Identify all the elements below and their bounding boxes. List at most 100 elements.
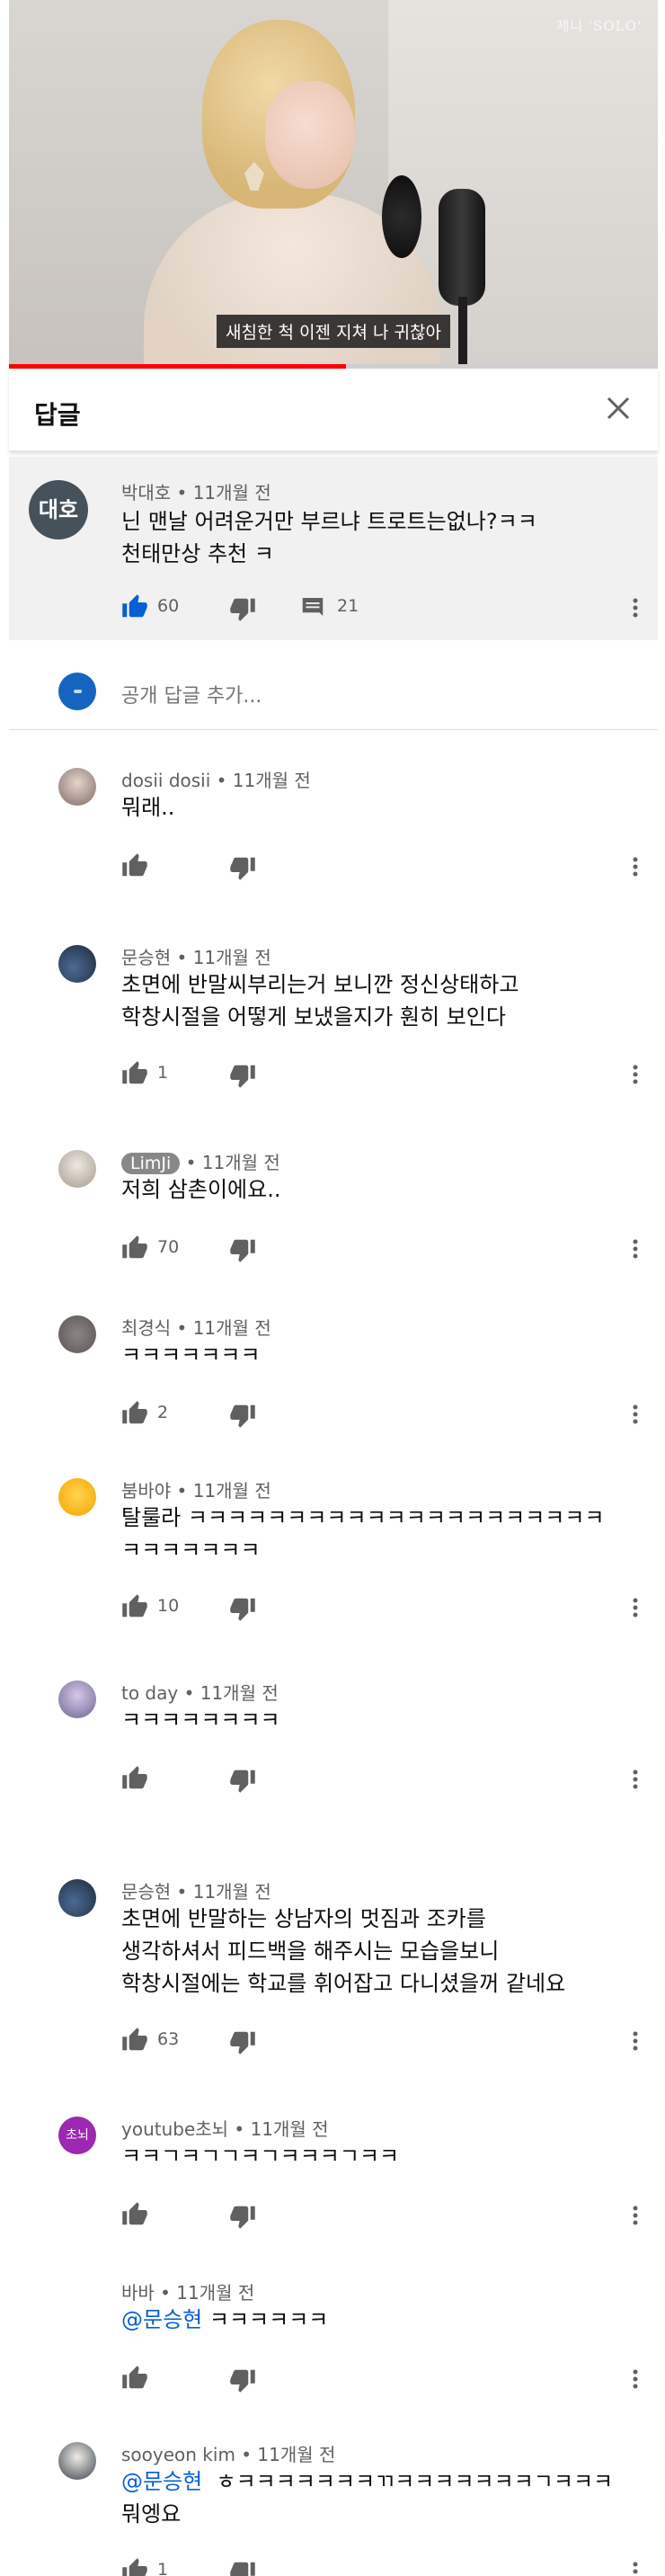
avatar-text: 대호	[38, 497, 79, 522]
more-options-icon[interactable]	[625, 2027, 646, 2055]
video-watermark: 제니 'SOLO'	[556, 18, 642, 34]
reply-comment: to day • 11개월 전 ㅋㅋㅋㅋㅋㅋㅋㅋ	[9, 1666, 658, 1801]
comment-line: 초면에 반말씨부리는거 보니깐 정신상태하고	[121, 972, 519, 997]
avatar[interactable]	[58, 1315, 96, 1353]
dislike-icon[interactable]	[229, 1236, 256, 1263]
more-options-icon[interactable]	[625, 593, 646, 622]
dislike-icon[interactable]	[229, 2203, 256, 2230]
avatar[interactable]	[58, 1478, 96, 1516]
comment-meta: sooyeon kim • 11개월 전	[121, 2444, 336, 2465]
panel-title: 답글	[34, 400, 81, 430]
comment-line: @문승현 ㅎㅋㅋㅋㅋㅋㅋㅋㄲㅋㅋㅋㅋㅋㅋㅋㄱㅋㅋㅋ	[121, 2465, 613, 2498]
avatar[interactable]	[58, 2442, 96, 2480]
comment-line-text: ㅋㅋㅋㅋㅋㅋ	[202, 2307, 329, 2332]
reply-comment: LimJi • 11개월 전저희 삼촌이에요.. 70	[9, 1136, 658, 1270]
microphone	[439, 189, 485, 306]
like-count: 1	[157, 2560, 169, 2576]
comment-meta: dosii dosii • 11개월 전	[121, 770, 311, 791]
video-player[interactable]: 제니 'SOLO' 새침한 척 이젠 지쳐 나 귀찮아	[9, 0, 658, 364]
comment-meta: to day • 11개월 전	[121, 1682, 279, 1704]
author-chip[interactable]: LimJi	[121, 1153, 181, 1174]
reply-count: 21	[337, 596, 359, 616]
like-count: 10	[157, 1596, 180, 1616]
comment-meta: LimJi • 11개월 전	[121, 1148, 280, 1174]
comment-line: ㅋㅋㅋㅋㅋㅋㅋ	[121, 1538, 261, 1563]
like-icon[interactable]	[121, 2027, 148, 2054]
close-icon[interactable]	[600, 390, 636, 426]
reply-comment: dosii dosii • 11개월 전 뭐래..	[9, 753, 658, 888]
avatar[interactable]: 초뇌	[58, 2117, 96, 2154]
reply-comment: 초뇌 youtube초뇌 • 11개월 전 ㅋㅋㄱㅋㄱㄱㅋㄱㅋㅋㅋㄱㅋㅋ	[9, 2102, 658, 2237]
like-icon[interactable]	[121, 1060, 148, 1087]
parent-comment: 대호 박대호 • 11개월 전 닌 맨날 어려운거만 부르냐 트로트는없나?ㅋㅋ…	[9, 457, 658, 646]
dislike-icon[interactable]	[229, 2028, 256, 2055]
comment-time: • 11개월 전	[180, 1152, 280, 1173]
reply-comment: 문승현 • 11개월 전초면에 반말씨부리는거 보니깐 정신상태하고학창시절을 …	[9, 931, 658, 1096]
avatar[interactable]: 대호	[29, 480, 88, 539]
dislike-icon[interactable]	[229, 1062, 256, 1089]
dislike-icon[interactable]	[229, 1767, 256, 1794]
comment-body: ㅋㅋㄱㅋㄱㄱㅋㄱㅋㅋㅋㄱㅋㅋ	[121, 2140, 399, 2172]
reply-count-icon[interactable]	[299, 593, 326, 620]
more-options-icon[interactable]	[625, 1060, 646, 1089]
dislike-icon[interactable]	[229, 854, 256, 881]
more-options-icon[interactable]	[625, 2365, 646, 2393]
avatar[interactable]	[58, 945, 96, 983]
comment-meta: 붐바야 • 11개월 전	[121, 1480, 271, 1502]
reply-comment: sooyeon kim • 11개월 전 @문승현 ㅎㅋㅋㅋㅋㅋㅋㅋㄲㅋㅋㅋㅋㅋㅋ…	[9, 2428, 658, 2576]
more-options-icon[interactable]	[625, 1400, 646, 1429]
comment-actions: 63	[121, 2027, 646, 2055]
like-icon[interactable]	[121, 1235, 148, 1261]
like-icon[interactable]	[121, 852, 148, 879]
comment-body: 초면에 반말씨부리는거 보니깐 정신상태하고학창시절을 어떻게 보냈을지가 훤히…	[121, 968, 519, 1033]
like-icon[interactable]	[121, 2365, 148, 2392]
comment-body: @문승현 ㅋㅋㅋㅋㅋㅋ	[121, 2304, 328, 2336]
comment-line: 닌 맨날 어려운거만 부르냐 트로트는없나?ㅋㅋ	[121, 509, 537, 534]
current-user-avatar	[58, 673, 96, 710]
comment-actions	[121, 2201, 646, 2230]
mention-link[interactable]: @문승현	[121, 2469, 202, 2494]
dislike-icon[interactable]	[229, 2559, 256, 2576]
like-icon[interactable]	[121, 593, 148, 620]
comment-line: 저희 삼촌이에요..	[121, 1177, 281, 1202]
comment-actions: 60 21	[121, 593, 646, 622]
avatar[interactable]	[58, 1879, 96, 1917]
comment-line: ㅋㅋㄱㅋㄱㄱㅋㄱㅋㅋㅋㄱㅋㅋ	[121, 2144, 400, 2169]
avatar[interactable]	[58, 1150, 96, 1188]
add-reply-input[interactable]: 공개 답글 추가...	[121, 680, 262, 709]
comment-line: 초면에 반말하는 상남자의 멋짐과 조카를	[121, 1906, 486, 1931]
like-icon[interactable]	[121, 1765, 148, 1792]
dislike-icon[interactable]	[229, 1595, 256, 1622]
more-options-icon[interactable]	[625, 1765, 646, 1794]
comment-actions: 2	[121, 1400, 646, 1429]
dislike-icon[interactable]	[229, 2367, 256, 2393]
comment-actions	[121, 852, 646, 881]
comment-meta: youtube초뇌 • 11개월 전	[121, 2118, 329, 2140]
comment-actions: 1	[121, 2557, 643, 2576]
more-options-icon[interactable]	[625, 1593, 646, 1622]
reply-comment: 최경식 • 11개월 전 ㅋㅋㅋㅋㅋㅋㅋ 2	[9, 1301, 658, 1436]
subtitle-text: 새침한 척 이젠 지쳐 나 귀찮아	[217, 315, 450, 348]
avatar[interactable]	[58, 1680, 96, 1718]
avatar[interactable]	[58, 768, 96, 806]
dislike-icon[interactable]	[229, 595, 256, 622]
like-icon[interactable]	[121, 1400, 148, 1427]
dislike-icon[interactable]	[229, 1402, 256, 1429]
more-options-icon[interactable]	[625, 2201, 646, 2230]
mention-link[interactable]: @문승현	[121, 2307, 202, 2332]
comment-line: 뭐엥요	[121, 2501, 182, 2527]
like-icon[interactable]	[121, 1593, 148, 1620]
comment-actions: 10	[121, 1593, 646, 1622]
like-icon[interactable]	[121, 2201, 148, 2228]
more-options-icon[interactable]	[625, 852, 646, 881]
comment-meta: 최경식 • 11개월 전	[121, 1317, 271, 1339]
comment-line: 학창시절을 어떻게 보냈을지가 훤히 보인다	[121, 1004, 506, 1030]
more-options-icon[interactable]	[625, 2557, 646, 2576]
like-count: 70	[157, 1237, 180, 1257]
like-icon[interactable]	[121, 2557, 148, 2576]
comment-line: ㅋㅋㅋㅋㅋㅋㅋ	[121, 1342, 261, 1368]
avatar-text: 초뇌	[66, 2128, 89, 2143]
comment-meta: 문승현 • 11개월 전	[121, 947, 271, 968]
add-reply-row[interactable]: 공개 답글 추가...	[9, 640, 658, 730]
more-options-icon[interactable]	[625, 1235, 646, 1263]
